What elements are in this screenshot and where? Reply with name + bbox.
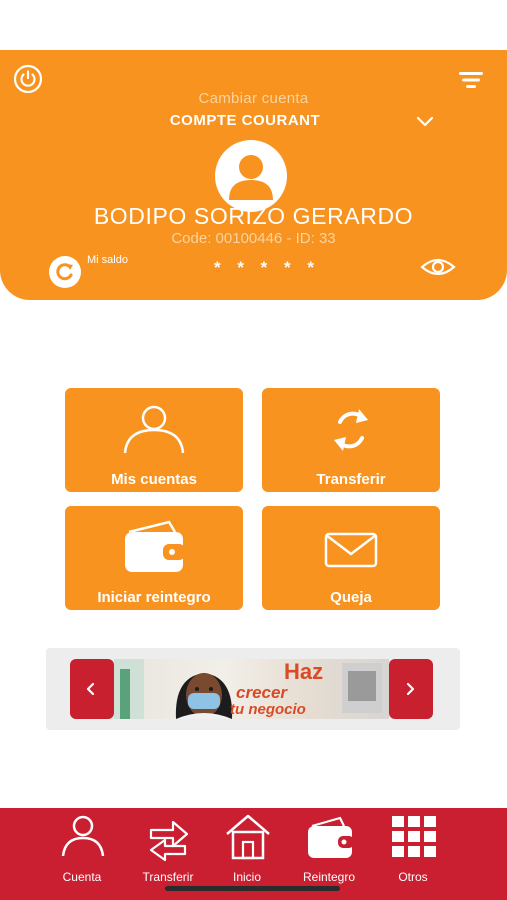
balance-hidden-value: * * * * * <box>214 258 320 277</box>
grid-icon <box>392 816 436 857</box>
banner-subline: tu negocio <box>230 701 306 718</box>
nav-item-otros[interactable]: Otros <box>368 808 458 900</box>
tile-iniciar-reintegro[interactable]: Iniciar reintegro <box>65 506 243 610</box>
chevron-down-icon[interactable] <box>415 115 435 129</box>
tile-label: Mis cuentas <box>111 471 197 488</box>
tile-label: Transferir <box>316 471 386 488</box>
refresh-balance-button[interactable] <box>49 256 81 288</box>
user-icon <box>123 405 185 454</box>
refresh-icon <box>334 409 368 451</box>
nav-label: Reintegro <box>302 870 356 884</box>
user-code: Code: 00100446 - ID: 33 <box>171 230 336 247</box>
wallet-icon <box>308 816 354 858</box>
nav-label: Inicio <box>232 870 261 884</box>
user-avatar-icon <box>229 155 273 200</box>
eye-icon[interactable] <box>420 255 456 279</box>
banner-next-button[interactable] <box>389 659 433 719</box>
filter-menu-icon[interactable] <box>458 70 484 90</box>
tile-label: Queja <box>330 589 372 606</box>
wallet-icon <box>125 520 185 572</box>
chevron-left-icon <box>86 682 95 696</box>
banner-headline: Haz <box>284 659 324 684</box>
tile-label: Iniciar reintegro <box>97 589 211 606</box>
chevron-right-icon <box>406 682 415 696</box>
home-indicator[interactable] <box>165 886 340 891</box>
refresh-icon <box>56 263 73 281</box>
banner-prev-button[interactable] <box>70 659 114 719</box>
tile-mis-cuentas[interactable]: Mis cuentas <box>65 388 243 492</box>
avatar <box>215 140 287 212</box>
user-icon <box>61 815 105 857</box>
banner-image[interactable]: Haz crecer tu negocio <box>114 659 389 719</box>
nav-label: Transferir <box>142 870 194 884</box>
tile-queja[interactable]: Queja <box>262 506 440 610</box>
banner-subline: crecer <box>236 683 288 702</box>
nav-label: Cuenta <box>62 870 102 884</box>
account-header: Cambiar cuenta COMPTE COURANT BODIPO SOR… <box>0 50 507 300</box>
switch-account-label: Cambiar cuenta <box>198 90 309 107</box>
nav-item-cuenta[interactable]: Cuenta <box>37 808 127 900</box>
user-name: BODIPO SORIZO GERARDO <box>93 203 414 229</box>
home-icon <box>226 814 270 860</box>
mail-icon <box>324 532 378 568</box>
promo-banner: Haz crecer tu negocio <box>46 648 460 730</box>
transfer-icon <box>149 820 189 862</box>
nav-label: Otros <box>398 870 428 884</box>
tile-transferir[interactable]: Transferir <box>262 388 440 492</box>
balance-label: Mi saldo <box>87 254 128 266</box>
